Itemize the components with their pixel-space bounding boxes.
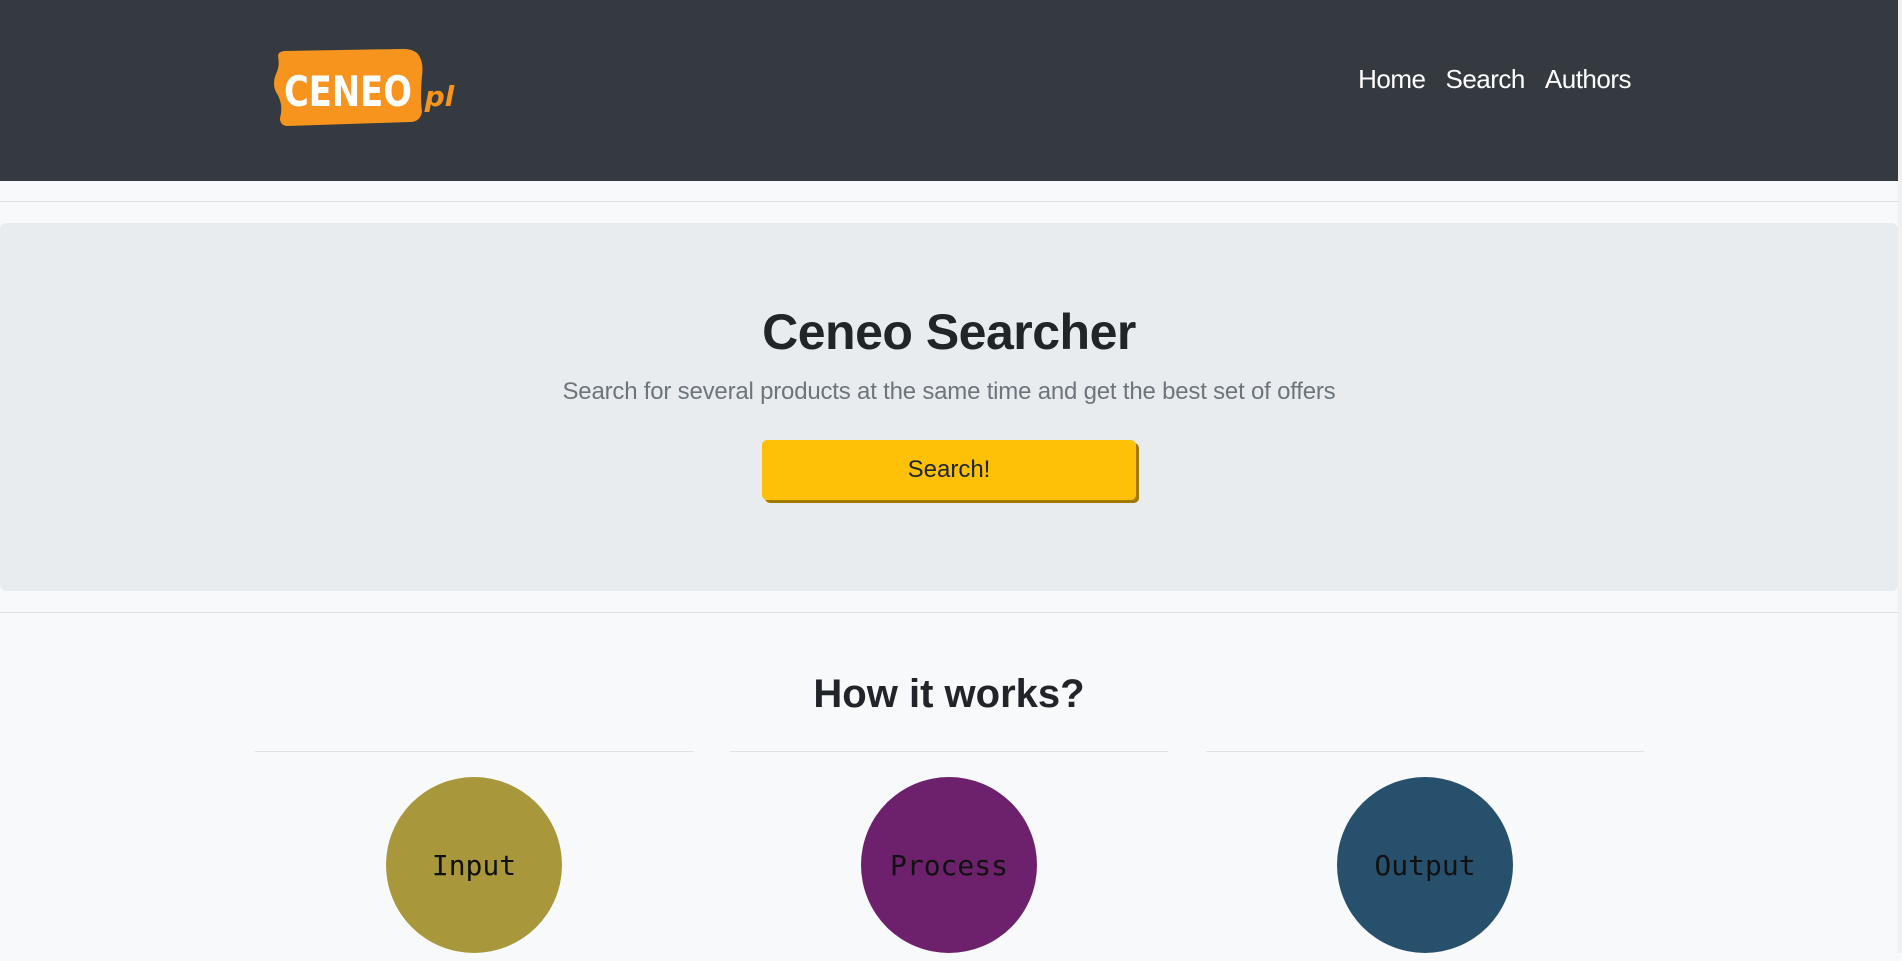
navbar: CENEO .pl Home Search Authors	[0, 0, 1898, 181]
logo-text: CENEO	[284, 67, 412, 116]
hero-subtitle: Search for several products at the same …	[562, 378, 1336, 405]
how-it-works-title: How it works?	[813, 672, 1085, 716]
hero-section: Ceneo Searcher Search for several produc…	[0, 223, 1898, 591]
main-nav: Home Search Authors	[1358, 64, 1631, 95]
divider	[0, 612, 1898, 613]
hero-title: Ceneo Searcher	[762, 304, 1136, 360]
step-divider	[255, 751, 693, 752]
step-divider	[1206, 751, 1644, 752]
step-process: Process	[730, 751, 1168, 961]
logo-suffix: .pl	[414, 80, 455, 113]
step-circle-process: Process	[861, 777, 1037, 953]
step-circle-input: Input	[386, 777, 562, 953]
step-circle-output: Output	[1337, 777, 1513, 953]
nav-home-link[interactable]: Home	[1358, 64, 1426, 95]
nav-authors-link[interactable]: Authors	[1545, 64, 1632, 95]
step-input: Input	[255, 751, 693, 961]
step-divider	[730, 751, 1168, 752]
divider	[0, 201, 1898, 202]
nav-search-link[interactable]: Search	[1446, 64, 1526, 95]
ceneo-logo[interactable]: CENEO .pl	[272, 46, 456, 128]
search-button[interactable]: Search!	[762, 440, 1136, 500]
step-output: Output	[1206, 751, 1644, 961]
scrollbar[interactable]	[1898, 0, 1902, 953]
